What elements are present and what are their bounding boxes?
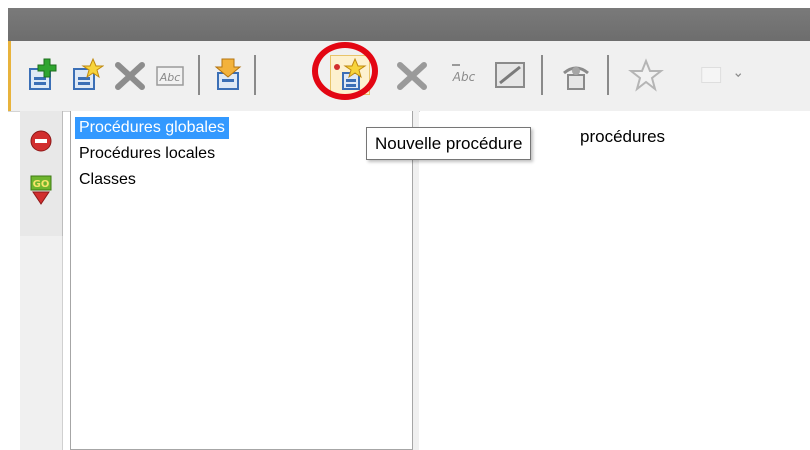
- list-item-classes[interactable]: Classes: [75, 169, 140, 191]
- toolbar-separator: [607, 55, 609, 95]
- main-panel: [420, 111, 810, 450]
- inspect-button[interactable]: [554, 53, 598, 97]
- edit-icon: [495, 62, 525, 88]
- window-top-edge: [0, 0, 810, 8]
- new-module-icon: [29, 58, 57, 90]
- delete-procedure-icon: [397, 62, 427, 90]
- title-bar: [8, 8, 810, 41]
- new-item-button[interactable]: [64, 53, 108, 97]
- new-module-button[interactable]: [20, 53, 64, 97]
- toolbar: Abc Abc: [8, 41, 810, 112]
- go-button[interactable]: GO: [24, 171, 58, 211]
- list-item-global-procedures[interactable]: Procédures globales: [75, 117, 229, 139]
- svg-text:GO: GO: [33, 179, 50, 190]
- svg-text:Abc: Abc: [452, 70, 476, 84]
- toolbar-separator: [541, 55, 543, 95]
- tooltip: Nouvelle procédure: [366, 127, 532, 160]
- favorite-star-icon: [628, 58, 664, 92]
- new-procedure-icon: [334, 57, 367, 90]
- inspect-icon: [563, 66, 589, 90]
- rename-button[interactable]: Abc: [148, 53, 192, 97]
- rename-procedure-button[interactable]: Abc: [442, 53, 486, 97]
- more-dropdown-button[interactable]: [698, 53, 742, 97]
- toolbar-separator: [198, 55, 200, 95]
- toolbar-accent: [8, 41, 11, 111]
- new-procedure-button[interactable]: [327, 53, 371, 97]
- window-left-edge: [0, 8, 8, 450]
- stop-icon: [30, 130, 52, 152]
- side-rail-lower: [20, 236, 63, 450]
- go-icon: GO: [30, 175, 52, 205]
- toolbar-separator: [254, 55, 256, 95]
- more-dropdown-icon: [701, 66, 742, 84]
- category-list: Procédures globales Procédures locales C…: [70, 111, 413, 450]
- favorite-button[interactable]: [624, 53, 668, 97]
- edit-button[interactable]: [488, 53, 532, 97]
- new-item-icon: [73, 57, 104, 90]
- import-button[interactable]: [206, 53, 250, 97]
- svg-text:Abc: Abc: [159, 71, 181, 84]
- rename-icon: Abc: [156, 66, 184, 86]
- stop-button[interactable]: [24, 121, 58, 161]
- main-heading: procédures: [580, 127, 666, 146]
- side-rail: GO: [20, 111, 63, 236]
- delete-procedure-button[interactable]: [390, 53, 434, 97]
- list-item-local-procedures[interactable]: Procédures locales: [75, 143, 219, 165]
- panel-splitter[interactable]: [413, 111, 419, 450]
- delete-icon: [115, 62, 145, 90]
- delete-button[interactable]: [108, 53, 152, 97]
- import-icon: [214, 58, 242, 90]
- rename-procedure-icon: Abc: [452, 64, 476, 84]
